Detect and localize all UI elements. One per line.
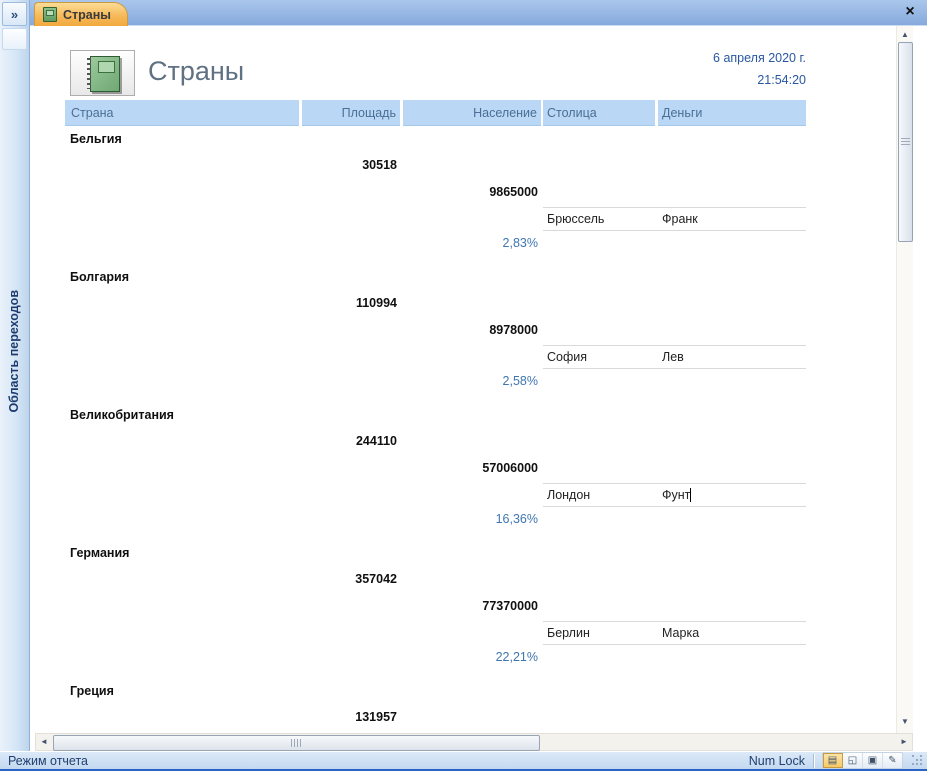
print-preview-icon: ◱ xyxy=(847,755,858,766)
report-view-button[interactable]: ▤ xyxy=(823,753,843,768)
population-value[interactable]: 9865000 xyxy=(403,185,538,199)
horizontal-scrollbar-thumb[interactable] xyxy=(53,735,540,751)
country-name[interactable]: Греция xyxy=(70,684,114,698)
scrollbar-grip xyxy=(291,739,301,747)
table-row: Бельгия 30518 9865000 Брюссель Франк 2,8… xyxy=(30,132,896,270)
capital-value[interactable]: Лондон xyxy=(547,488,590,502)
layout-view-button[interactable]: ▣ xyxy=(863,753,883,768)
population-value[interactable]: 77370000 xyxy=(403,599,538,613)
country-name[interactable]: Германия xyxy=(70,546,129,560)
access-window: » Область переходов Страны × Страны 6 ап… xyxy=(0,0,927,771)
country-name[interactable]: Болгария xyxy=(70,270,129,284)
report-time: 21:54:20 xyxy=(757,73,806,87)
table-row: Германия 357042 77370000 Берлин Марка 22… xyxy=(30,546,896,684)
num-lock-indicator: Num Lock xyxy=(748,753,805,768)
nav-pane-expand-button[interactable]: » xyxy=(2,2,27,26)
capital-currency-row: Лондон Фунт xyxy=(543,483,806,507)
design-view-icon: ✎ xyxy=(888,755,897,766)
scroll-right-icon[interactable]: ► xyxy=(898,736,910,748)
area-value[interactable]: 131957 xyxy=(302,710,397,724)
column-header-row: Страна Площадь Население Столица Деньги xyxy=(30,100,896,126)
table-row: Великобритания 244110 57006000 Лондон Фу… xyxy=(30,408,896,546)
notebook-label xyxy=(98,61,115,73)
column-header-country[interactable]: Страна xyxy=(65,100,299,126)
window-resize-grip[interactable] xyxy=(911,754,924,767)
nav-pane-title[interactable]: Область переходов xyxy=(7,290,21,413)
layout-view-icon: ▣ xyxy=(867,755,878,766)
column-header-capital[interactable]: Столица xyxy=(543,100,655,126)
tab-label: Страны xyxy=(63,7,111,22)
country-name[interactable]: Великобритания xyxy=(70,408,174,422)
capital-value[interactable]: София xyxy=(547,350,587,364)
design-view-button[interactable]: ✎ xyxy=(883,753,902,768)
country-name[interactable]: Бельгия xyxy=(70,132,122,146)
report-logo-box xyxy=(70,50,135,96)
capital-currency-row: Берлин Марка xyxy=(543,621,806,645)
report-page: Страны 6 апреля 2020 г. 21:54:20 Страна … xyxy=(30,26,896,733)
report-icon xyxy=(43,7,57,22)
status-bar: Режим отчета Num Lock ▤ ◱ ▣ ✎ xyxy=(0,751,927,771)
currency-value[interactable]: Лев xyxy=(662,350,684,364)
area-value[interactable]: 110994 xyxy=(302,296,397,310)
table-row: Греция 131957 xyxy=(30,684,896,733)
scroll-down-icon[interactable]: ▼ xyxy=(897,716,913,728)
text-caret xyxy=(690,488,691,502)
tab-strany[interactable]: Страны xyxy=(34,2,128,26)
capital-value[interactable]: Берлин xyxy=(547,626,590,640)
percent-value[interactable]: 2,58% xyxy=(403,374,538,388)
currency-value[interactable]: Франк xyxy=(662,212,698,226)
table-row: Болгария 110994 8978000 София Лев 2,58% xyxy=(30,270,896,408)
report-date: 6 апреля 2020 г. xyxy=(713,51,806,65)
column-header-area[interactable]: Площадь xyxy=(302,100,400,126)
area-value[interactable]: 357042 xyxy=(302,572,397,586)
capital-value[interactable]: Брюссель xyxy=(547,212,604,226)
report-view-icon: ▤ xyxy=(827,755,838,766)
navigation-pane-collapsed: » Область переходов xyxy=(0,0,30,751)
capital-currency-row: София Лев xyxy=(543,345,806,369)
currency-value[interactable]: Марка xyxy=(662,626,699,640)
notebook-icon xyxy=(87,56,120,92)
population-value[interactable]: 8978000 xyxy=(403,323,538,337)
report-title: Страны xyxy=(148,56,245,86)
population-value[interactable]: 57006000 xyxy=(403,461,538,475)
scrollbar-grip xyxy=(901,138,910,146)
close-icon[interactable]: × xyxy=(901,2,919,22)
record-list: Бельгия 30518 9865000 Брюссель Франк 2,8… xyxy=(30,132,896,733)
percent-value[interactable]: 16,36% xyxy=(403,512,538,526)
nav-pane-subheader xyxy=(2,28,27,50)
status-separator xyxy=(813,753,814,768)
status-bar-right: Num Lock ▤ ◱ ▣ ✎ xyxy=(749,752,924,769)
vertical-scrollbar[interactable]: ▲ ▼ xyxy=(896,26,913,733)
capital-currency-row: Брюссель Франк xyxy=(543,207,806,231)
notebook-spiral xyxy=(87,58,91,89)
view-mode-label: Режим отчета xyxy=(8,754,88,768)
percent-value[interactable]: 22,21% xyxy=(403,650,538,664)
scroll-up-icon[interactable]: ▲ xyxy=(897,29,913,41)
document-tab-strip: Страны × xyxy=(30,0,927,26)
vertical-scrollbar-thumb[interactable] xyxy=(898,42,913,242)
area-value[interactable]: 244110 xyxy=(302,434,397,448)
column-header-currency[interactable]: Деньги xyxy=(658,100,806,126)
horizontal-scrollbar[interactable]: ◄ ► xyxy=(35,733,913,751)
column-header-population[interactable]: Население xyxy=(403,100,541,126)
percent-value[interactable]: 2,83% xyxy=(403,236,538,250)
report-view-area: Страны 6 апреля 2020 г. 21:54:20 Страна … xyxy=(30,26,927,751)
print-preview-button[interactable]: ◱ xyxy=(843,753,863,768)
view-switcher-group: ▤ ◱ ▣ ✎ xyxy=(822,752,903,769)
scroll-left-icon[interactable]: ◄ xyxy=(38,736,50,748)
currency-value[interactable]: Фунт xyxy=(662,488,690,502)
chevron-right-icon: » xyxy=(10,7,19,22)
area-value[interactable]: 30518 xyxy=(302,158,397,172)
